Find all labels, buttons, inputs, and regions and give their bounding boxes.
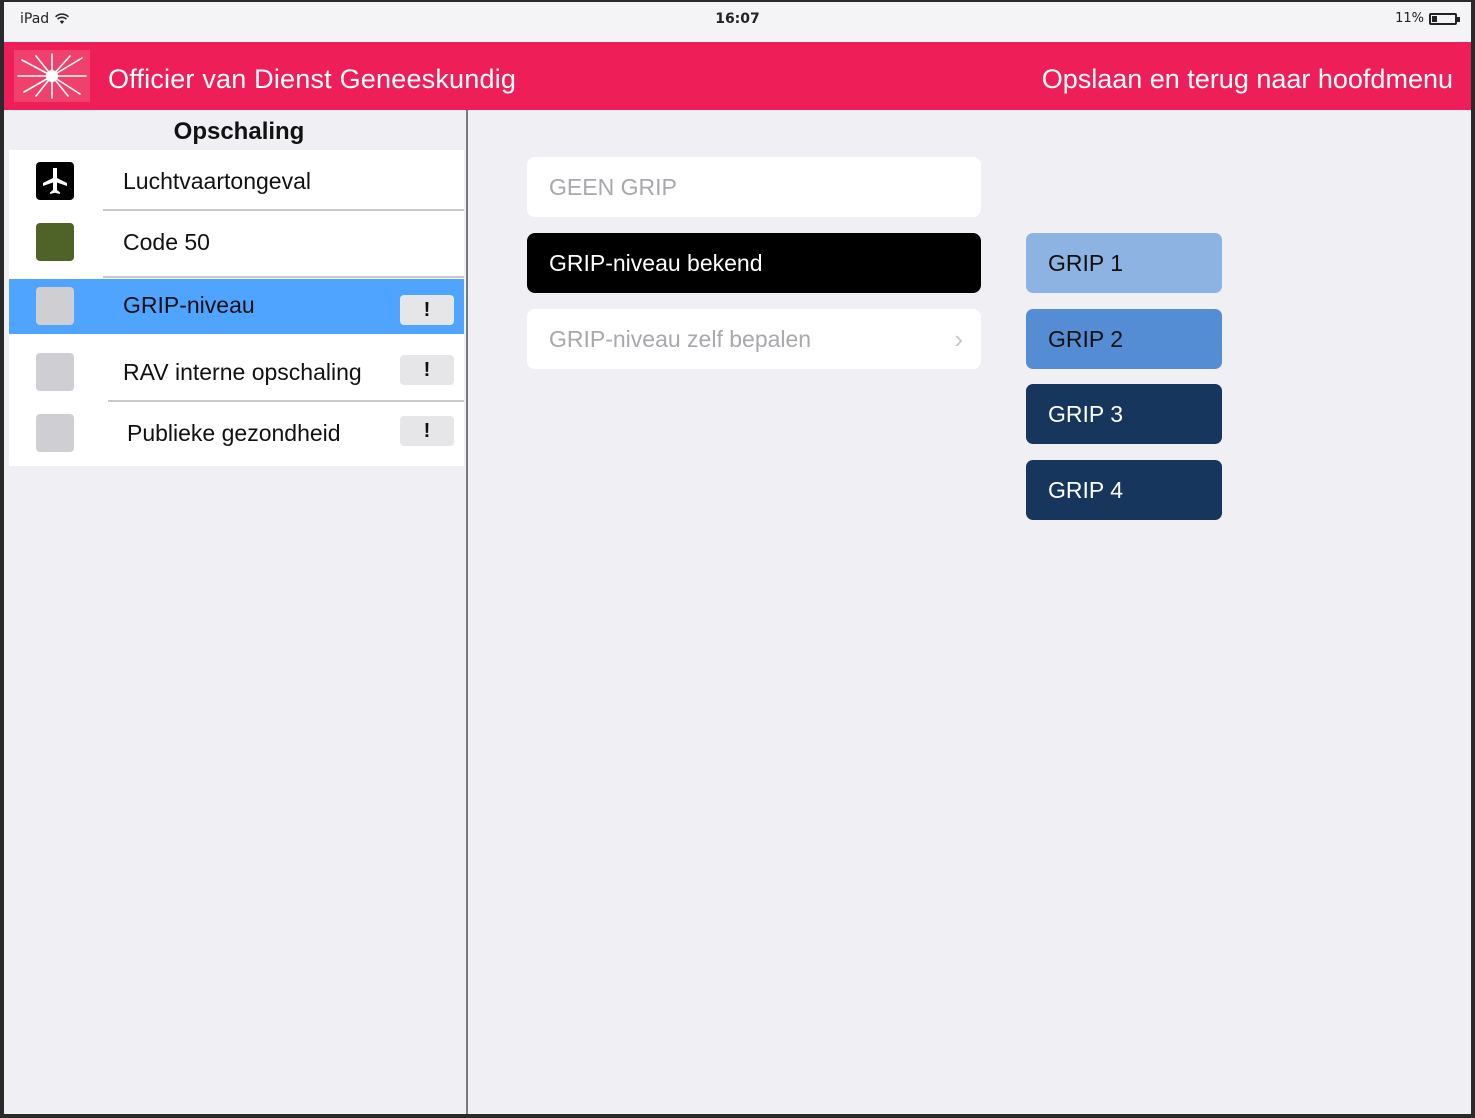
sidebar-item-label: Code 50: [123, 229, 210, 255]
option-label: GRIP-niveau zelf bepalen: [549, 326, 812, 352]
app-frame: iPad 16:07 11% Officier van Dienst Genee…: [4, 2, 1471, 1114]
sidebar-item-label: Luchtvaartongeval: [123, 168, 311, 194]
grip-3-button[interactable]: GRIP 3: [1026, 384, 1222, 444]
battery-percent: 11%: [1395, 11, 1424, 26]
option-label: GRIP-niveau bekend: [549, 250, 763, 276]
grip-1-button[interactable]: GRIP 1: [1026, 233, 1222, 293]
airplane-icon: [36, 162, 74, 200]
grip-label: GRIP 3: [1048, 401, 1123, 427]
sidebar-list: Luchtvaartongeval Code 50 GRIP-niveau ! …: [9, 150, 464, 466]
grip-label: GRIP 4: [1048, 477, 1123, 503]
chevron-right-icon: ›: [954, 324, 963, 354]
geen-grip-option[interactable]: GEEN GRIP: [527, 157, 981, 217]
grip-4-button[interactable]: GRIP 4: [1026, 460, 1222, 520]
sidebar-item-luchtvaartongeval[interactable]: Luchtvaartongeval: [9, 150, 464, 211]
sidebar-header: Opschaling: [173, 118, 305, 145]
warning-badge: !: [400, 355, 454, 385]
app-logo: [14, 50, 90, 102]
status-square-icon: [36, 414, 74, 452]
status-square-icon: [36, 287, 74, 325]
sidebar-item-label: RAV interne opschaling: [123, 359, 362, 385]
status-right: 11%: [1395, 11, 1460, 26]
option-label: GEEN GRIP: [549, 174, 677, 200]
warning-badge: !: [400, 416, 454, 446]
navigation-bar: Officier van Dienst Geneeskundig Opslaan…: [4, 42, 1471, 110]
battery-icon: [1429, 12, 1460, 25]
sidebar-item-publieke-gezondheid[interactable]: Publieke gezondheid !: [9, 402, 464, 466]
status-square-icon: [36, 223, 74, 261]
page-title: Officier van Dienst Geneeskundig: [108, 64, 517, 94]
grip-2-button[interactable]: GRIP 2: [1026, 309, 1222, 369]
row-separator: [103, 276, 464, 278]
grip-label: GRIP 1: [1048, 250, 1123, 276]
status-square-icon: [36, 353, 74, 391]
sidebar-item-label: Publieke gezondheid: [127, 420, 341, 446]
sidebar-item-rav-interne-opschaling[interactable]: RAV interne opschaling !: [9, 341, 464, 402]
sidebar-item-code-50[interactable]: Code 50: [9, 211, 464, 278]
status-time: 16:07: [715, 11, 760, 27]
grip-niveau-bekend-option[interactable]: GRIP-niveau bekend: [527, 233, 981, 293]
sidebar-item-label: GRIP-niveau: [123, 292, 255, 318]
save-and-return-button[interactable]: Opslaan en terug naar hoofdmenu: [1042, 64, 1453, 95]
status-bar: iPad 16:07 11%: [4, 2, 1471, 42]
sidebar-item-grip-niveau[interactable]: GRIP-niveau !: [9, 279, 464, 334]
split-divider: [466, 110, 468, 1114]
sidebar: Opschaling Luchtvaartongeval Code 50 GRI…: [4, 110, 466, 1114]
warning-badge: !: [400, 295, 454, 325]
grip-niveau-zelf-bepalen-option[interactable]: GRIP-niveau zelf bepalen ›: [527, 309, 981, 369]
grip-label: GRIP 2: [1048, 326, 1123, 352]
